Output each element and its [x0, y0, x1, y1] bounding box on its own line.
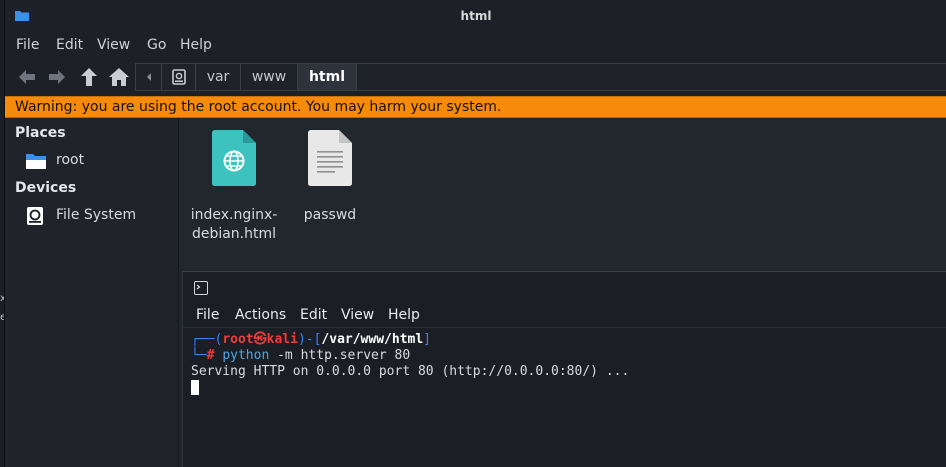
path-segment-root-drive[interactable]: [162, 64, 196, 90]
terminal-cursor: [191, 380, 199, 395]
toolbar: var www html: [5, 58, 946, 96]
sidebar-item-label: File System: [56, 207, 137, 223]
command-args: -m http.server 80: [269, 348, 411, 363]
prompt-close: ]: [423, 332, 431, 347]
drive-icon: [27, 207, 43, 225]
path-segment-www[interactable]: www: [241, 64, 298, 90]
chevron-left-icon: [146, 73, 151, 81]
back-icon[interactable]: [15, 65, 39, 89]
prompt-second: └─: [191, 348, 207, 363]
prompt-line-2: └─# python -m http.server 80: [191, 348, 410, 364]
home-icon[interactable]: [107, 65, 131, 89]
sidebar-item-file-system[interactable]: File System: [25, 205, 175, 227]
folder-icon: [26, 154, 46, 169]
menu-view[interactable]: View: [97, 37, 130, 53]
up-icon[interactable]: [77, 65, 101, 89]
drive-icon: [171, 69, 186, 85]
devices-heading: Devices: [15, 180, 77, 196]
forward-icon[interactable]: [45, 65, 69, 89]
menu-go[interactable]: Go: [147, 37, 166, 53]
prompt-user: root㉿kali: [222, 332, 298, 347]
root-warning-banner: Warning: you are using the root account.…: [5, 96, 946, 118]
menubar: File Edit View Go Help: [5, 32, 946, 58]
term-menu-help[interactable]: Help: [388, 307, 420, 323]
prompt-hash: #: [206, 348, 215, 363]
window-titlebar[interactable]: html: [5, 0, 946, 32]
places-heading: Places: [15, 125, 66, 141]
terminal-window: File Actions Edit View Help ┌──(root㉿kal…: [182, 271, 946, 467]
terminal-output[interactable]: ┌──(root㉿kali)-[/var/www/html] └─# pytho…: [183, 328, 946, 467]
path-bar: var www html: [135, 63, 946, 91]
sidebar-item-label: root: [56, 152, 85, 168]
terminal-menubar: File Actions Edit View Help: [183, 304, 946, 328]
term-menu-file[interactable]: File: [196, 307, 219, 323]
menu-edit[interactable]: Edit: [56, 37, 83, 53]
prompt-mid: )-[: [297, 332, 322, 347]
prompt-open: ┌──(: [191, 332, 223, 347]
prompt-cwd: /var/www/html: [321, 332, 424, 347]
window-title: html: [460, 9, 492, 23]
sidebar-item-root[interactable]: root: [25, 150, 175, 172]
path-scroll-left-button[interactable]: [136, 64, 162, 90]
sidebar: Places root Devices File System: [5, 118, 179, 467]
file-item-passwd[interactable]: passwd: [280, 130, 380, 230]
menu-help[interactable]: Help: [180, 37, 212, 53]
file-name-line-1: index.nginx-: [190, 207, 278, 223]
path-segment-var[interactable]: var: [196, 64, 241, 90]
path-segment-html[interactable]: html: [298, 64, 357, 90]
menu-file[interactable]: File: [16, 37, 39, 53]
html-file-icon: [212, 130, 256, 186]
file-item-index-nginx-debian[interactable]: index.nginx- debian.html: [184, 130, 284, 242]
prompt-line-1: ┌──(root㉿kali)-[/var/www/html]: [191, 332, 431, 348]
term-menu-edit[interactable]: Edit: [300, 307, 327, 323]
output-line: Serving HTTP on 0.0.0.0 port 80 (http://…: [191, 364, 630, 379]
term-menu-view[interactable]: View: [341, 307, 374, 323]
text-file-icon: [308, 130, 352, 186]
terminal-titlebar[interactable]: [183, 272, 946, 304]
file-name-line-2: debian.html: [191, 226, 277, 242]
file-name: passwd: [303, 207, 357, 223]
warning-text: Warning: you are using the root account.…: [15, 99, 502, 115]
terminal-icon: [194, 281, 208, 295]
term-menu-actions[interactable]: Actions: [235, 307, 286, 323]
command-name: python: [222, 348, 270, 363]
